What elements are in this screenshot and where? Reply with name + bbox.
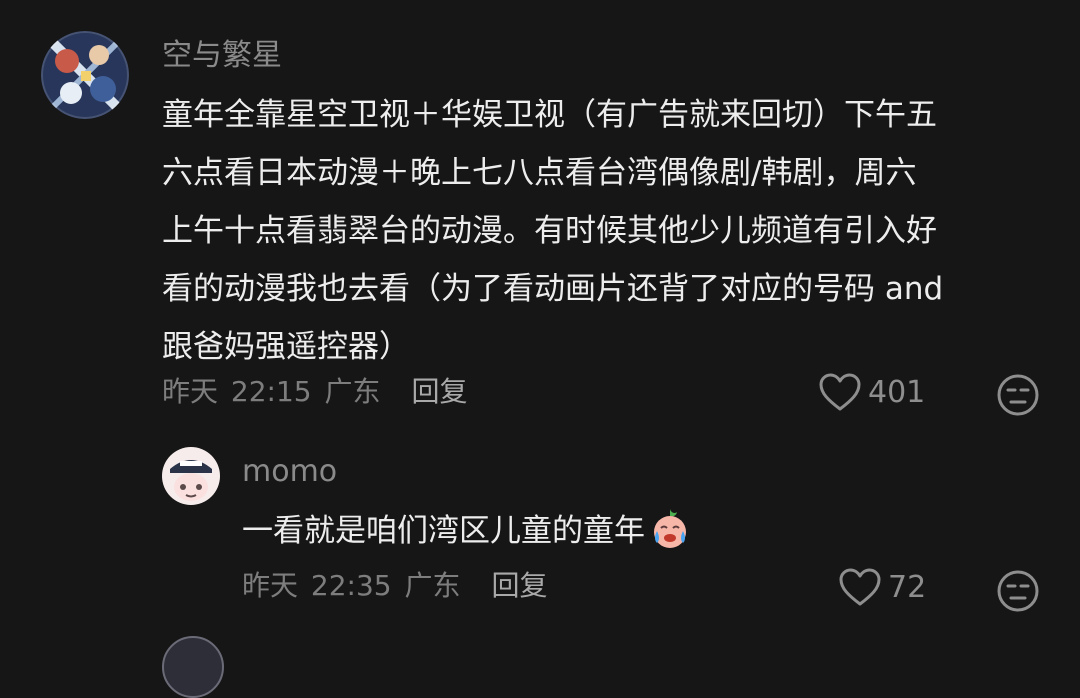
dislike-button[interactable] <box>996 569 1040 613</box>
comment-meta: 昨天 22:15 广东 回复 <box>162 372 471 412</box>
comment-text-line: 一看就是咱们湾区儿童的童年 <box>242 502 691 568</box>
comment-username[interactable]: 空与繁星 <box>162 36 282 76</box>
like-button[interactable]: 72 <box>838 567 926 607</box>
reply-button[interactable]: 回复 <box>411 375 467 408</box>
comment-username[interactable]: momo <box>242 452 337 492</box>
comment-meta: 昨天 22:35 广东 回复 <box>242 566 551 606</box>
next-comment-avatar[interactable] <box>162 636 224 698</box>
comment-text-line: 六点看日本动漫＋晚上七八点看台湾偶像剧/韩剧，周六 <box>162 155 917 191</box>
crying-face-emoji <box>649 507 691 568</box>
comment-date: 昨天 <box>242 569 299 602</box>
cartoon-avatar-icon <box>162 447 220 505</box>
comment-location: 广东 <box>404 569 461 602</box>
like-button[interactable]: 401 <box>818 372 925 412</box>
comment-text: 童年全靠星空卫视＋华娱卫视（有广告就来回切）下午五 六点看日本动漫＋晚上七八点看… <box>162 86 943 376</box>
comment-item: 空与繁星 童年全靠星空卫视＋华娱卫视（有广告就来回切）下午五 六点看日本动漫＋晚… <box>0 0 1080 440</box>
comment-text-line: 跟爸妈强遥控器） <box>162 329 410 365</box>
reply-button[interactable]: 回复 <box>491 569 547 602</box>
comment-text-line: 童年全靠星空卫视＋华娱卫视（有广告就来回切）下午五 <box>162 97 937 133</box>
reply-comment-item: momo 一看就是咱们湾区儿童的童年 昨天 22:35 广东 回复 72 <box>0 440 1080 630</box>
comment-time: 22:15 <box>230 375 312 408</box>
comment-text: 一看就是咱们湾区儿童的童年 <box>242 502 691 568</box>
neutral-face-icon <box>997 374 1039 416</box>
comment-location: 广东 <box>324 375 381 408</box>
heart-icon <box>839 568 881 606</box>
comment-date: 昨天 <box>162 375 219 408</box>
comment-time: 22:35 <box>310 569 392 602</box>
comment-text-content: 一看就是咱们湾区儿童的童年 <box>242 513 645 549</box>
anime-avatar-icon <box>41 31 129 119</box>
avatar[interactable] <box>162 447 220 505</box>
heart-icon <box>819 373 861 411</box>
dislike-button[interactable] <box>996 373 1040 417</box>
like-count: 72 <box>888 569 927 605</box>
comment-text-line: 看的动漫我也去看（为了看动画片还背了对应的号码 and <box>162 271 944 307</box>
comment-text-line: 上午十点看翡翠台的动漫。有时候其他少儿频道有引入好 <box>162 213 937 249</box>
like-count: 401 <box>868 374 926 410</box>
avatar[interactable] <box>41 31 129 119</box>
neutral-face-icon <box>997 570 1039 612</box>
